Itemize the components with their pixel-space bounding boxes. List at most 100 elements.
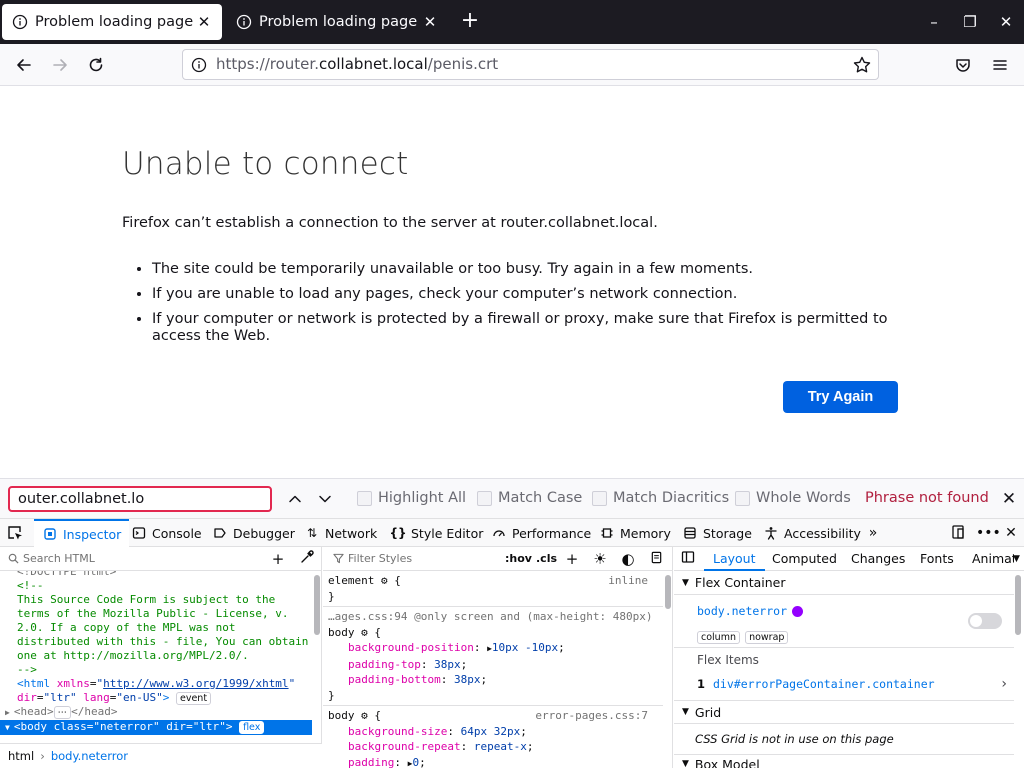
gear-icon[interactable]: ⚙ (361, 626, 368, 639)
css-property[interactable]: background-position (348, 641, 474, 654)
attr-value-link[interactable]: http://www.w3.org/1999/xhtml (103, 677, 288, 690)
checkbox[interactable] (735, 490, 750, 506)
close-find-bar-icon[interactable]: ✕ (999, 489, 1019, 509)
filter-styles-input[interactable]: Filter Styles (333, 552, 412, 565)
rule-source[interactable]: error-pages.css:7 (535, 708, 648, 724)
collapsed-badge[interactable]: ⋯ (53, 706, 72, 719)
scrollbar[interactable] (665, 575, 671, 609)
classes-button[interactable]: .cls (536, 552, 557, 565)
tab-style-editor[interactable]: {} Style Editor (389, 519, 483, 547)
checkbox[interactable] (592, 490, 607, 506)
back-button[interactable] (12, 53, 36, 77)
add-node-icon[interactable]: + (269, 550, 287, 568)
css-declaration[interactable]: padding-top: 38px; (328, 657, 659, 673)
gear-icon[interactable]: ⚙ (381, 574, 388, 587)
add-rule-icon[interactable]: + (563, 550, 581, 568)
tab-performance[interactable]: Performance (491, 519, 591, 547)
rules-list[interactable]: element ⚙ { inline } …ages.css:94 @only … (323, 571, 663, 768)
tab-memory[interactable]: Memory (599, 519, 671, 547)
rule-body[interactable]: body ⚙ { error-pages.css:7 background-si… (323, 706, 663, 768)
tab-debugger[interactable]: Debugger (212, 519, 295, 547)
flex-container-header[interactable]: ▼ Flex Container (674, 571, 1014, 595)
find-next-button[interactable] (315, 489, 335, 509)
tab-problem-loading-2[interactable]: Problem loading page ✕ (226, 4, 448, 40)
dark-scheme-icon[interactable]: ◐ (619, 550, 637, 568)
rule-media-query[interactable]: …ages.css:94 @only screen and (max-heigh… (328, 609, 659, 625)
collapse-triangle-icon[interactable]: ▼ (5, 723, 10, 732)
flex-item-row[interactable]: 1 div#errorPageContainer.container › (697, 676, 1007, 692)
flex-highlight-dot-icon[interactable] (792, 606, 804, 617)
css-value[interactable]: 10px -10px (492, 641, 558, 654)
breadcrumb-item[interactable]: body.neterror (51, 749, 128, 763)
css-declaration[interactable]: padding-bottom: 38px; (328, 672, 659, 688)
tab-console[interactable]: Console (131, 519, 202, 547)
tab-animations[interactable]: Animat (972, 547, 1014, 571)
element-picker-icon[interactable] (6, 524, 24, 542)
css-value[interactable]: repeat-x (474, 740, 527, 753)
pocket-button[interactable] (951, 53, 975, 77)
tab-accessibility[interactable]: Accessibility (763, 519, 861, 547)
css-declaration[interactable]: background-repeat: repeat-x; (328, 739, 659, 755)
css-property[interactable]: background-repeat (348, 740, 461, 753)
head-node[interactable]: ▶ <head> ⋯ </head> (5, 705, 312, 720)
minimize-icon[interactable]: – (924, 12, 944, 32)
css-property[interactable]: padding (348, 756, 394, 768)
close-tab-icon[interactable]: ✕ (196, 14, 212, 30)
doctype-node[interactable]: <!DOCTYPE html> (17, 571, 312, 579)
new-tab-icon[interactable]: + (458, 10, 482, 34)
css-value[interactable]: 64px 32px (461, 725, 521, 738)
scrollbar[interactable] (1015, 575, 1021, 635)
tab-problem-loading-1[interactable]: Problem loading page ✕ (2, 4, 222, 40)
rule-selector[interactable]: body (328, 709, 355, 722)
tab-network[interactable]: ⇅ Network (304, 519, 377, 547)
body-node[interactable]: ▼ <body class="neterror" dir="ltr"> flex (0, 720, 312, 735)
close-tab-icon[interactable]: ✕ (422, 14, 438, 30)
bookmark-star-icon[interactable] (852, 55, 872, 75)
hover-states-button[interactable]: :hov (505, 552, 532, 565)
css-value[interactable]: 0 (412, 756, 419, 768)
match-case-checkbox[interactable]: Match Case (477, 490, 582, 506)
flex-badge[interactable]: flex (239, 721, 265, 734)
chevron-right-icon[interactable]: › (1001, 676, 1007, 692)
try-again-button[interactable]: Try Again (783, 381, 898, 413)
css-declaration[interactable]: padding: ▶0; (328, 755, 659, 768)
checkbox[interactable] (357, 490, 372, 506)
match-diacritics-checkbox[interactable]: Match Diacritics (592, 490, 729, 506)
tab-changes[interactable]: Changes (851, 547, 905, 571)
rule-selector[interactable]: body (328, 626, 355, 639)
site-info-icon[interactable] (191, 57, 207, 73)
tab-computed[interactable]: Computed (772, 547, 837, 571)
toggle-sidebar-icon[interactable] (679, 550, 697, 568)
rule-body-media[interactable]: …ages.css:94 @only screen and (max-heigh… (323, 607, 663, 706)
scrollbar[interactable] (314, 575, 320, 635)
forward-button[interactable] (48, 53, 72, 77)
markup-tree[interactable]: <!DOCTYPE html> <!-- This Source Code Fo… (0, 571, 312, 743)
chevron-down-icon[interactable]: ▼ (1013, 547, 1020, 571)
search-html-input[interactable]: Search HTML (8, 552, 95, 565)
url-bar[interactable]: https://router.collabnet.local/penis.crt (182, 49, 879, 80)
flex-item-selector[interactable]: div#errorPageContainer.container (713, 677, 1001, 691)
more-tools-chevron-icon[interactable]: » (864, 524, 882, 542)
flexbox-highlighter-toggle[interactable] (968, 613, 1002, 629)
gear-icon[interactable]: ⚙ (361, 709, 368, 722)
devtools-options-icon[interactable]: ••• (976, 524, 1001, 542)
responsive-design-icon[interactable] (949, 524, 967, 542)
css-property[interactable]: background-size (348, 725, 447, 738)
comment-node[interactable]: This Source Code Form is subject to the … (17, 593, 312, 663)
print-media-icon[interactable] (647, 550, 665, 568)
window-close-icon[interactable]: ✕ (996, 12, 1016, 32)
checkbox[interactable] (477, 490, 492, 506)
html-node[interactable]: <html xmlns="http://www.w3.org/1999/xhtm… (17, 677, 312, 705)
find-previous-button[interactable] (285, 489, 305, 509)
grid-header[interactable]: ▼ Grid (674, 700, 1014, 724)
highlight-all-checkbox[interactable]: Highlight All (357, 490, 466, 506)
whole-words-checkbox[interactable]: Whole Words (735, 490, 851, 506)
css-value[interactable]: 38px (454, 673, 481, 686)
tab-fonts[interactable]: Fonts (920, 547, 954, 571)
css-property[interactable]: padding-top (348, 658, 421, 671)
css-declaration[interactable]: background-position: ▶10px -10px; (328, 640, 659, 657)
eyedropper-icon[interactable] (298, 550, 316, 568)
event-badge[interactable]: event (176, 692, 212, 705)
css-declaration[interactable]: background-size: 64px 32px; (328, 724, 659, 740)
rule-selector[interactable]: element (328, 574, 374, 587)
